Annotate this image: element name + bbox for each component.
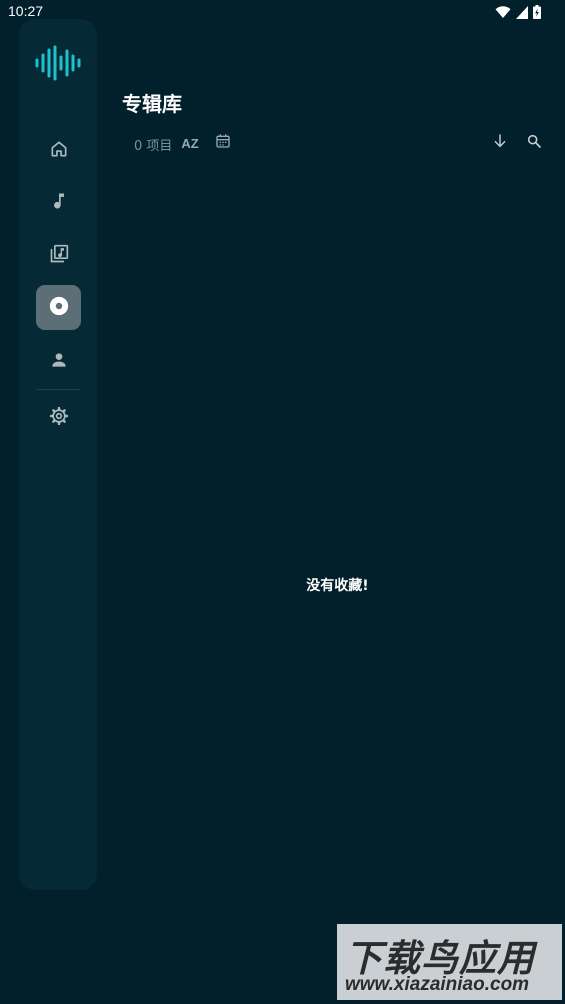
toolbar: 0 项目 AZ <box>122 128 552 158</box>
sidebar-item-playlists[interactable] <box>36 233 81 278</box>
sidebar-item-settings[interactable] <box>36 395 81 440</box>
status-icons <box>495 4 541 23</box>
sort-alpha-button[interactable]: AZ <box>178 133 202 153</box>
signal-icon <box>516 4 528 23</box>
sidebar-divider <box>36 389 80 390</box>
sidebar-item-albums[interactable] <box>36 285 81 330</box>
empty-state-message: 没有收藏! <box>306 578 369 594</box>
sort-alpha-icon: AZ <box>181 135 199 151</box>
sidebar-item-songs[interactable] <box>36 180 81 225</box>
search-icon <box>526 133 542 153</box>
home-icon <box>49 139 69 163</box>
watermark: 下载鸟应用 www.xiazainiao.com <box>337 924 562 1000</box>
gear-icon <box>49 406 69 430</box>
library-music-icon <box>49 244 69 268</box>
search-button[interactable] <box>522 132 546 154</box>
arrow-down-icon <box>492 133 508 153</box>
sort-date-button[interactable] <box>212 133 234 153</box>
person-icon <box>49 350 69 374</box>
waveform-logo <box>35 45 83 81</box>
watermark-url: www.xiazainiao.com <box>345 974 530 995</box>
calendar-icon <box>215 133 231 153</box>
sidebar-item-home[interactable] <box>36 128 81 173</box>
status-time: 10:27 <box>8 3 44 19</box>
sidebar-item-artists[interactable] <box>36 339 81 384</box>
album-icon <box>48 295 70 321</box>
item-count: 0 项目 <box>134 139 173 154</box>
sidebar <box>19 19 97 890</box>
page-title: 专辑库 <box>122 92 182 116</box>
sort-direction-button[interactable] <box>488 132 512 154</box>
music-note-icon <box>49 191 69 215</box>
wifi-icon <box>495 4 511 23</box>
battery-icon <box>533 4 541 23</box>
